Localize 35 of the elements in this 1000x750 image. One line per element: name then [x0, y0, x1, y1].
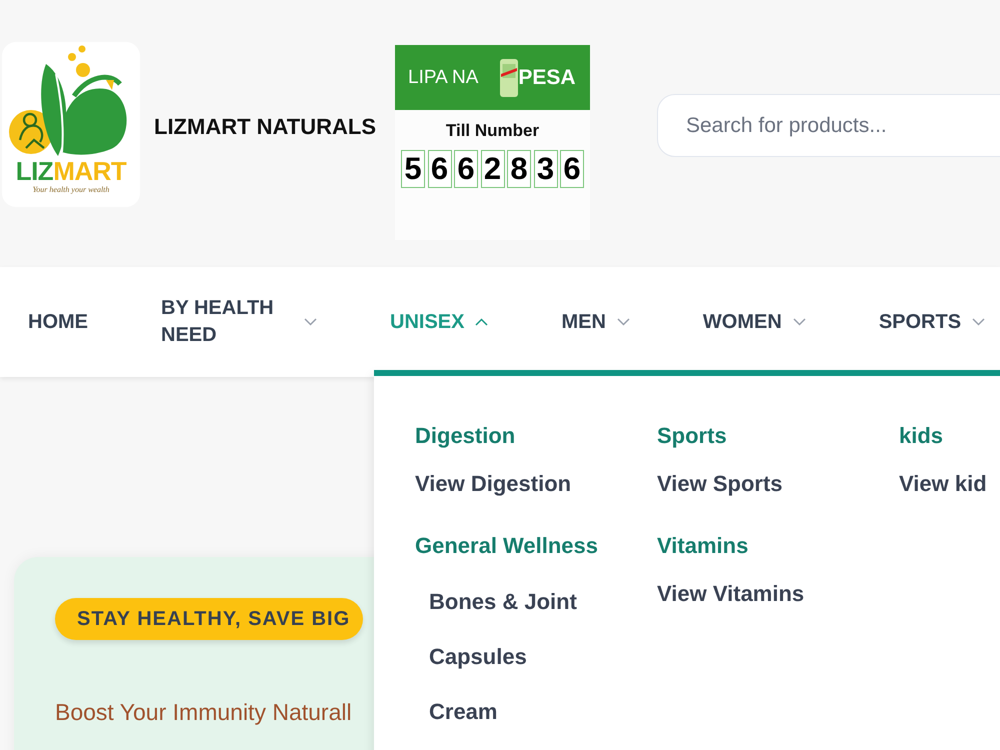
- till-digit: 5: [401, 150, 425, 188]
- logo-wordmark: LIZMART: [16, 158, 126, 184]
- till-number-label: Till Number: [446, 121, 540, 141]
- store-name: LIZMART NATURALS: [154, 114, 376, 139]
- menu-category-link[interactable]: General Wellness: [415, 531, 598, 561]
- menu-subcategory-link[interactable]: Bones & Joint: [429, 587, 577, 617]
- menu-subcategory-link[interactable]: Cream: [429, 697, 498, 727]
- menu-link[interactable]: View Digestion: [415, 469, 572, 499]
- nav-menu-item[interactable]: BY HEALTH NEED: [161, 295, 317, 349]
- till-digit: 3: [534, 150, 558, 188]
- till-digit: 6: [428, 150, 452, 188]
- menu-link[interactable]: View kid: [899, 469, 987, 499]
- menu-link[interactable]: View Sports: [657, 469, 783, 499]
- till-digit: 8: [507, 150, 531, 188]
- menu-category-link[interactable]: kids: [899, 421, 944, 451]
- banner-label: LIPA NA: [408, 66, 478, 88]
- menu-category-link[interactable]: Digestion: [415, 421, 516, 451]
- till-digit: 6: [560, 150, 584, 188]
- logo-card[interactable]: LIZMART Your health your wealth: [2, 42, 140, 207]
- logo-tagline: Your health your wealth: [32, 184, 110, 195]
- nav-menu-item[interactable]: SPORTS: [878, 308, 986, 336]
- banner-brand-text: PESA: [518, 66, 576, 90]
- search-field[interactable]: Search for products...: [657, 94, 1000, 157]
- menu-link[interactable]: View Vitamins: [657, 579, 804, 609]
- offer-badge: STAY HEALTHY, SAVE BIG: [55, 598, 364, 640]
- promo-headline: Boost Your Immunity Naturall: [55, 699, 352, 725]
- nav-menu-item[interactable]: MEN: [561, 308, 630, 336]
- till-digit: 2: [480, 150, 504, 188]
- nav-menu-item[interactable]: WOMEN: [702, 308, 806, 336]
- menu-category-link[interactable]: Vitamins: [657, 531, 748, 561]
- phone-icon: [500, 58, 518, 96]
- till-digit: 6: [454, 150, 478, 188]
- nav-link[interactable]: HOME: [28, 308, 88, 336]
- menu-category-link[interactable]: Sports: [657, 421, 727, 451]
- menu-subcategory-link[interactable]: Capsules: [429, 642, 527, 672]
